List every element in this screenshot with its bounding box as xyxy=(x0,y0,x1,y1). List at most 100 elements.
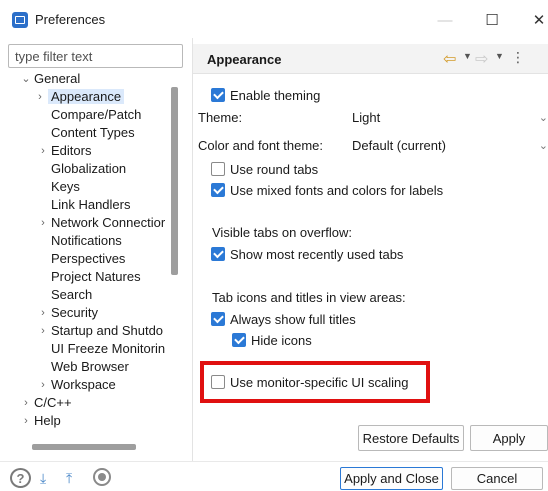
tree-item-label: Network Connectior xyxy=(51,215,166,230)
chevron-right-icon[interactable]: › xyxy=(34,88,46,106)
filter-input[interactable] xyxy=(8,44,183,68)
window-title: Preferences xyxy=(35,12,106,27)
tree-item-label: Security xyxy=(51,305,98,320)
highlight-box xyxy=(200,361,430,403)
color-font-theme-label: Color and font theme: xyxy=(198,138,324,153)
checkbox-label: Show most recently used tabs xyxy=(230,246,404,262)
panel-divider[interactable] xyxy=(192,38,193,461)
chevron-right-icon[interactable]: › xyxy=(20,394,32,412)
round-tabs-checkbox[interactable]: Use round tabs xyxy=(211,160,318,178)
page-header: Appearance ⇦ ▼ ⇨ ▼ ⋮ xyxy=(193,44,548,74)
tree-item-link-handlers[interactable]: Link Handlers xyxy=(51,196,131,214)
mixed-fonts-checkbox[interactable]: Use mixed fonts and colors for labels xyxy=(211,181,443,199)
visible-tabs-heading: Visible tabs on overflow: xyxy=(212,225,352,240)
chevron-right-icon[interactable]: › xyxy=(20,412,32,430)
checkbox-checked-icon[interactable] xyxy=(232,333,246,347)
tree-item-label: Web Browser xyxy=(51,359,129,374)
tree-item-label: Help xyxy=(34,413,61,428)
apply-button[interactable]: Apply xyxy=(470,425,548,451)
checkbox-label: Always show full titles xyxy=(230,311,356,327)
tree-item-label: Workspace xyxy=(51,377,116,392)
tree-item-perspectives[interactable]: Perspectives xyxy=(51,250,125,268)
page-title: Appearance xyxy=(207,52,282,67)
theme-label: Theme: xyxy=(198,110,243,125)
tree-item-compare-patch[interactable]: Compare/Patch xyxy=(51,106,141,124)
tree-item-label: UI Freeze Monitorin xyxy=(51,341,166,356)
checkbox-checked-icon[interactable] xyxy=(211,247,225,261)
app-icon xyxy=(12,12,28,28)
tree-item-network-connections[interactable]: › Network Connectior xyxy=(41,214,166,232)
color-font-theme-select[interactable]: Default (current) ⌄ xyxy=(350,136,548,156)
checkbox-unchecked-icon[interactable] xyxy=(211,162,225,176)
tree-item-label: Link Handlers xyxy=(51,197,131,212)
tree-item-content-types[interactable]: Content Types xyxy=(51,124,135,142)
tree-item-label: Globalization xyxy=(51,161,127,176)
tab-icons-heading: Tab icons and titles in view areas: xyxy=(212,290,406,305)
theme-select-value: Light xyxy=(352,110,381,125)
forward-arrow-icon[interactable]: ⇨ xyxy=(475,49,488,69)
checkbox-checked-icon[interactable] xyxy=(211,88,225,102)
tree-item-startup-shutdown[interactable]: › Startup and Shutdo xyxy=(41,322,163,340)
chevron-right-icon[interactable]: › xyxy=(37,142,49,160)
import-icon[interactable]: ⤓ xyxy=(40,470,62,486)
forward-dropdown-icon[interactable]: ▼ xyxy=(495,51,504,61)
tree-item-editors[interactable]: › Editors xyxy=(41,142,92,160)
checkbox-label: Use round tabs xyxy=(230,161,319,177)
maximize-button[interactable]: ☐ xyxy=(477,8,507,32)
tree-item-project-natures[interactable]: Project Natures xyxy=(51,268,141,286)
title-bar: Preferences — ☐ ✕ xyxy=(0,0,548,38)
tree-item-keys[interactable]: Keys xyxy=(51,178,80,196)
tree-item-help[interactable]: › Help xyxy=(24,412,61,430)
tree-item-notifications[interactable]: Notifications xyxy=(51,232,122,250)
tree-item-label: Notifications xyxy=(51,233,122,248)
tree-item-ui-freeze-monitoring[interactable]: UI Freeze Monitorin xyxy=(51,340,165,358)
chevron-right-icon[interactable]: › xyxy=(37,376,49,394)
more-menu-icon[interactable]: ⋮ xyxy=(511,49,525,66)
restore-defaults-button[interactable]: Restore Defaults xyxy=(358,425,464,451)
help-icon[interactable]: ? xyxy=(10,468,31,488)
tree-item-label: Search xyxy=(51,287,93,302)
tree-item-search[interactable]: Search xyxy=(51,286,92,304)
chevron-down-icon[interactable]: ⌄ xyxy=(539,108,548,128)
preferences-tree: ⌄ General › Appearance Compare/Patch Con… xyxy=(0,70,168,440)
tree-item-label: Editors xyxy=(51,143,92,158)
tree-item-label: C/C++ xyxy=(34,395,72,410)
tree-item-general[interactable]: ⌄ General xyxy=(21,70,81,88)
tree-item-security[interactable]: › Security xyxy=(41,304,98,322)
tree-item-workspace[interactable]: › Workspace xyxy=(41,376,116,394)
tree-item-label: Content Types xyxy=(51,125,135,140)
theme-select[interactable]: Light ⌄ xyxy=(350,108,548,128)
chevron-right-icon[interactable]: › xyxy=(37,322,49,340)
tree-item-label: Appearance xyxy=(48,89,125,104)
close-button[interactable]: ✕ xyxy=(524,8,548,32)
hide-icons-checkbox[interactable]: Hide icons xyxy=(232,331,312,349)
record-icon[interactable] xyxy=(93,468,111,486)
tree-item-appearance[interactable]: › Appearance xyxy=(38,88,125,106)
tree-item-label: Project Natures xyxy=(51,269,141,284)
tree-item-label: General xyxy=(34,71,81,86)
always-full-titles-checkbox[interactable]: Always show full titles xyxy=(211,310,356,328)
minimize-button[interactable]: — xyxy=(430,8,460,32)
export-icon[interactable]: ⤒ xyxy=(66,470,88,486)
enable-theming-checkbox[interactable]: Enable theming xyxy=(211,86,320,104)
tree-horizontal-scrollbar[interactable] xyxy=(32,444,136,450)
chevron-right-icon[interactable]: › xyxy=(37,214,49,232)
chevron-down-icon[interactable]: ⌄ xyxy=(539,136,548,156)
tree-item-globalization[interactable]: Globalization xyxy=(51,160,126,178)
checkbox-label: Use mixed fonts and colors for labels xyxy=(230,182,444,198)
chevron-down-icon[interactable]: ⌄ xyxy=(20,70,32,88)
tree-item-web-browser[interactable]: Web Browser xyxy=(51,358,129,376)
show-recent-tabs-checkbox[interactable]: Show most recently used tabs xyxy=(211,245,403,263)
tree-vertical-scrollbar[interactable] xyxy=(171,87,178,275)
checkbox-checked-icon[interactable] xyxy=(211,183,225,197)
chevron-right-icon[interactable]: › xyxy=(37,304,49,322)
cancel-button[interactable]: Cancel xyxy=(451,467,543,490)
checkbox-checked-icon[interactable] xyxy=(211,312,225,326)
back-dropdown-icon[interactable]: ▼ xyxy=(463,51,472,61)
back-arrow-icon[interactable]: ⇦ xyxy=(443,49,456,69)
apply-and-close-button[interactable]: Apply and Close xyxy=(340,467,443,490)
tree-item-label: Perspectives xyxy=(51,251,126,266)
tree-item-cpp[interactable]: › C/C++ xyxy=(24,394,72,412)
checkbox-label: Hide icons xyxy=(251,332,312,348)
checkbox-label: Enable theming xyxy=(230,87,321,103)
